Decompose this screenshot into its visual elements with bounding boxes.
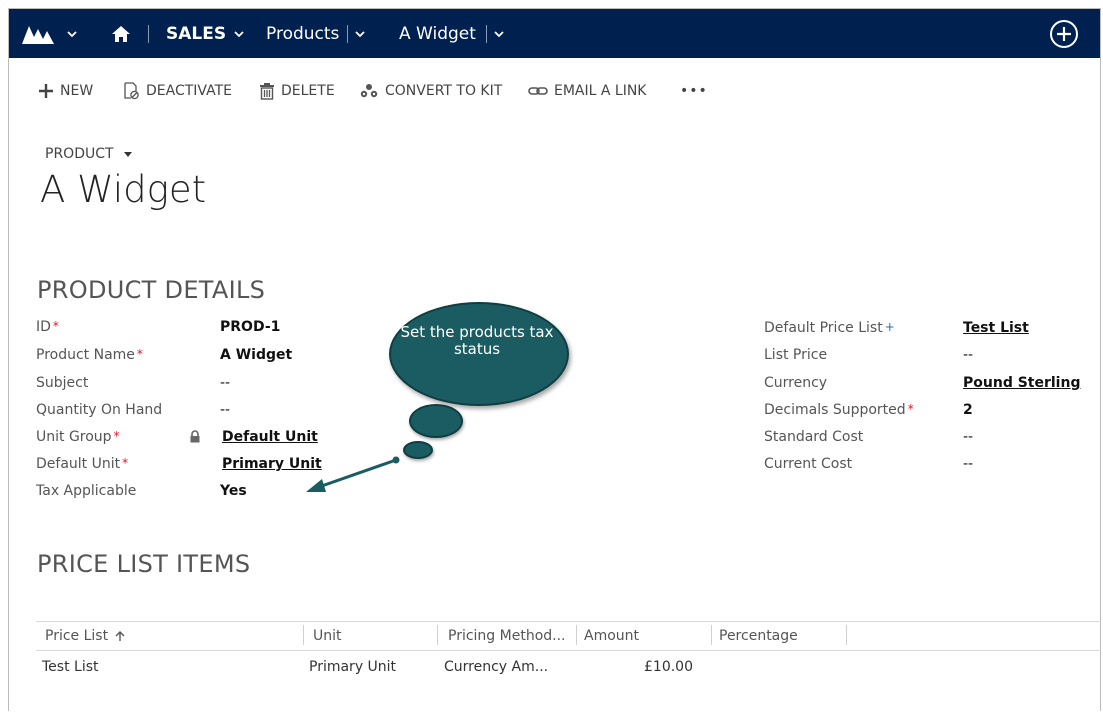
field-label-default-unit: Default Unit *: [36, 456, 129, 472]
callout-arrow-icon: [306, 456, 400, 492]
price-list-grid-header: Price List Unit Pricing Method... Amount…: [36, 621, 1101, 651]
cell-unit[interactable]: Primary Unit: [309, 659, 396, 675]
email-a-link-label: EMAIL A LINK: [554, 83, 647, 99]
page-title: A Widget: [40, 168, 207, 211]
column-separator: [437, 625, 438, 645]
field-value-quantity-on-hand[interactable]: --: [220, 402, 230, 418]
convert-to-kit-label: CONVERT TO KIT: [385, 83, 503, 99]
nav-area-sales[interactable]: SALES: [166, 9, 246, 58]
deactivate-label: DEACTIVATE: [146, 83, 232, 99]
form-selector[interactable]: PRODUCT: [45, 146, 134, 162]
more-icon: •••: [680, 83, 708, 99]
caret-down-icon: [123, 152, 132, 157]
field-label-tax-applicable: Tax Applicable: [36, 483, 137, 499]
nav-record-label: A Widget: [399, 23, 476, 44]
record-chevron-down-icon[interactable]: [492, 9, 506, 58]
new-label: NEW: [60, 83, 94, 99]
field-value-decimals-supported[interactable]: 2: [963, 402, 973, 418]
nav-record-a-widget[interactable]: A Widget: [399, 9, 476, 58]
field-label-standard-cost: Standard Cost: [764, 429, 864, 445]
column-separator: [846, 625, 847, 645]
column-header-unit[interactable]: Unit: [313, 622, 342, 650]
column-separator: [576, 625, 577, 645]
field-label-product-name: Product Name *: [36, 347, 143, 363]
nav-separator: [486, 25, 487, 43]
kit-icon: [359, 83, 379, 99]
email-a-link-button[interactable]: EMAIL A LINK: [528, 78, 647, 104]
delete-label: DELETE: [281, 83, 335, 99]
convert-to-kit-button[interactable]: CONVERT TO KIT: [359, 78, 502, 104]
column-separator: [711, 625, 712, 645]
cell-pricing-method[interactable]: Currency Am...: [444, 659, 548, 675]
delete-button[interactable]: DELETE: [259, 78, 335, 104]
entity-chevron-down-icon[interactable]: [353, 9, 367, 58]
field-label-default-price-list: Default Price List +: [764, 320, 895, 336]
field-value-tax-applicable[interactable]: Yes: [220, 483, 247, 499]
price-list-items-heading: PRICE LIST ITEMS: [37, 550, 251, 578]
field-label-currency: Currency: [764, 375, 828, 391]
lock-icon: [189, 428, 201, 447]
field-label-subject: Subject: [36, 375, 89, 391]
column-header-price-list[interactable]: Price List: [45, 622, 126, 650]
dynamics-logo-icon[interactable]: [21, 9, 55, 58]
nav-area-label: SALES: [166, 23, 227, 44]
field-value-currency-link[interactable]: Pound Sterling: [963, 375, 1080, 391]
app-chevron-down-icon[interactable]: [65, 9, 79, 58]
deactivate-button[interactable]: DEACTIVATE: [122, 78, 232, 104]
column-separator: [303, 625, 304, 645]
link-icon: [528, 85, 548, 97]
callout-thought-bubble-large: [409, 404, 463, 438]
new-button[interactable]: NEW: [38, 78, 93, 104]
nav-bar: SALES Products A Widget: [9, 9, 1100, 58]
cell-amount[interactable]: £10.00: [644, 659, 693, 675]
chevron-down-icon: [234, 30, 244, 37]
create-plus-icon[interactable]: [1049, 9, 1079, 58]
product-details-heading: PRODUCT DETAILS: [37, 276, 266, 304]
trash-icon: [259, 82, 275, 100]
column-header-pricing-method[interactable]: Pricing Method...: [448, 622, 566, 650]
field-label-id: ID *: [36, 319, 59, 335]
column-header-amount[interactable]: Amount: [584, 622, 639, 650]
field-value-default-price-list-link[interactable]: Test List: [963, 320, 1029, 336]
nav-entity-label: Products: [266, 23, 340, 44]
nav-entity-products[interactable]: Products: [266, 9, 339, 58]
field-value-list-price[interactable]: --: [963, 347, 973, 363]
sort-ascending-icon: [115, 631, 125, 641]
callout-text: Set the products tax status: [400, 323, 554, 358]
field-label-decimals-supported: Decimals Supported *: [764, 402, 914, 418]
field-label-current-cost: Current Cost: [764, 456, 853, 472]
field-label-list-price: List Price: [764, 347, 828, 363]
home-icon[interactable]: [111, 9, 131, 58]
cell-price-list[interactable]: Test List: [42, 659, 99, 675]
field-value-current-cost[interactable]: --: [963, 456, 973, 472]
field-label-quantity-on-hand: Quantity On Hand: [36, 402, 163, 418]
entity-type-label: PRODUCT: [45, 146, 114, 162]
field-value-subject[interactable]: --: [220, 375, 230, 391]
more-commands-button[interactable]: •••: [680, 78, 708, 104]
column-header-percentage[interactable]: Percentage: [719, 622, 798, 650]
deactivate-icon: [122, 82, 140, 100]
field-value-id[interactable]: PROD-1: [220, 319, 280, 335]
plus-icon: [38, 83, 54, 99]
nav-separator: [148, 25, 149, 43]
field-value-product-name[interactable]: A Widget: [220, 347, 292, 363]
field-value-standard-cost[interactable]: --: [963, 429, 973, 445]
nav-separator: [347, 25, 348, 43]
field-label-unit-group: Unit Group *: [36, 429, 120, 445]
field-value-unit-group-link[interactable]: Default Unit: [222, 429, 318, 445]
